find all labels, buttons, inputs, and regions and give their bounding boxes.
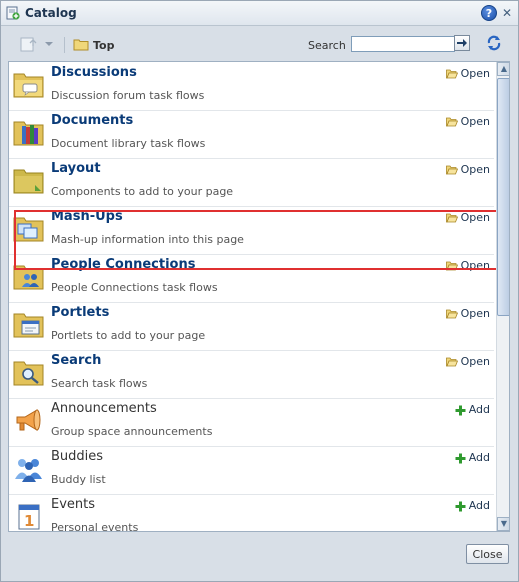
- add-label: Add: [468, 451, 490, 464]
- list-item-documents[interactable]: Documents Document library task flows Op…: [9, 110, 494, 159]
- breadcrumb[interactable]: Top: [93, 39, 114, 52]
- folder-mashup-icon: [13, 217, 44, 242]
- open-label: Open: [460, 115, 490, 128]
- add-button[interactable]: Add: [455, 403, 490, 416]
- open-button[interactable]: Open: [445, 115, 490, 128]
- item-description: Discussion forum task flows: [51, 89, 205, 102]
- open-label: Open: [460, 355, 490, 368]
- catalog-dialog: Catalog ? ✕ Top Search Discussions Discu…: [0, 0, 519, 582]
- item-title[interactable]: Events: [51, 497, 95, 512]
- scroll-thumb[interactable]: [497, 78, 509, 316]
- up-folder-icon[interactable]: [19, 35, 41, 53]
- folder-portlet-icon: [13, 313, 44, 338]
- open-label: Open: [460, 163, 490, 176]
- list-item-announcements[interactable]: Announcements Group space announcements …: [9, 398, 494, 447]
- svg-text:1: 1: [24, 512, 34, 530]
- open-button[interactable]: Open: [445, 307, 490, 320]
- list-item-mashups[interactable]: Mash-Ups Mash-up information into this p…: [9, 206, 494, 255]
- help-icon[interactable]: ?: [481, 5, 497, 21]
- search-go-button[interactable]: [454, 35, 470, 51]
- arrow-right-icon: [457, 39, 467, 47]
- open-label: Open: [460, 67, 490, 80]
- open-button[interactable]: Open: [445, 355, 490, 368]
- close-icon[interactable]: ✕: [500, 6, 514, 20]
- folder-books-icon: [13, 121, 44, 146]
- close-button[interactable]: Close: [466, 544, 509, 564]
- scroll-up-icon[interactable]: ▲: [497, 62, 509, 76]
- dialog-title: Catalog: [25, 6, 77, 20]
- scroll-down-icon[interactable]: ▼: [497, 517, 509, 531]
- item-title[interactable]: Documents: [51, 113, 133, 128]
- open-button[interactable]: Open: [445, 67, 490, 80]
- catalog-list-panel: Discussions Discussion forum task flows …: [8, 61, 510, 532]
- buddies-icon: [15, 459, 42, 482]
- plus-icon: [455, 501, 466, 511]
- folder-icon: [73, 39, 89, 51]
- folder-layout-icon: [13, 169, 44, 194]
- item-title[interactable]: Mash-Ups: [51, 209, 123, 224]
- open-folder-icon: [445, 357, 458, 367]
- item-title[interactable]: Layout: [51, 161, 101, 176]
- list-item-events[interactable]: 1 Events Personal events Add: [9, 494, 494, 532]
- open-folder-icon: [445, 213, 458, 223]
- toolbar: Top Search: [1, 31, 518, 59]
- open-folder-icon: [445, 165, 458, 175]
- search-input[interactable]: [351, 36, 455, 52]
- open-folder-icon: [445, 309, 458, 319]
- list-item-discussions[interactable]: Discussions Discussion forum task flows …: [9, 62, 494, 111]
- title-bar[interactable]: Catalog ? ✕: [1, 1, 518, 26]
- open-folder-icon: [445, 69, 458, 79]
- open-button[interactable]: Open: [445, 259, 490, 272]
- item-description: People Connections task flows: [51, 281, 218, 294]
- add-label: Add: [468, 403, 490, 416]
- list-item-layout[interactable]: Layout Components to add to your page Op…: [9, 158, 494, 207]
- open-label: Open: [460, 259, 490, 272]
- open-folder-icon: [445, 261, 458, 271]
- search-label: Search: [308, 39, 346, 52]
- toolbar-separator: [64, 37, 65, 53]
- vertical-scrollbar[interactable]: ▲ ▼: [496, 62, 509, 531]
- item-description: Portlets to add to your page: [51, 329, 206, 342]
- open-button[interactable]: Open: [445, 211, 490, 224]
- item-description: Group space announcements: [51, 425, 213, 438]
- add-label: Add: [468, 499, 490, 512]
- item-description: Document library task flows: [51, 137, 206, 150]
- item-title[interactable]: Search: [51, 353, 101, 368]
- plus-icon: [455, 453, 466, 463]
- add-button[interactable]: Add: [455, 499, 490, 512]
- open-button[interactable]: Open: [445, 163, 490, 176]
- item-title[interactable]: Discussions: [51, 65, 137, 80]
- folder-discussion-icon: [13, 73, 44, 98]
- list-item-buddies[interactable]: Buddies Buddy list Add: [9, 446, 494, 495]
- item-description: Components to add to your page: [51, 185, 234, 198]
- folder-people-icon: [13, 265, 44, 290]
- dialog-footer: Close: [1, 533, 518, 581]
- chevron-down-icon[interactable]: [43, 35, 55, 53]
- list-item-portlets[interactable]: Portlets Portlets to add to your page Op…: [9, 302, 494, 351]
- list-item-search[interactable]: Search Search task flows Open: [9, 350, 494, 399]
- refresh-icon[interactable]: [485, 34, 503, 52]
- catalog-add-icon: [6, 6, 20, 20]
- open-label: Open: [460, 307, 490, 320]
- item-title[interactable]: Announcements: [51, 401, 157, 416]
- item-description: Mash-up information into this page: [51, 233, 244, 246]
- open-label: Open: [460, 211, 490, 224]
- item-title[interactable]: Portlets: [51, 305, 109, 320]
- list-item-people-connections[interactable]: People Connections People Connections ta…: [9, 254, 494, 303]
- item-description: Buddy list: [51, 473, 106, 486]
- calendar-icon: 1: [18, 504, 40, 530]
- item-description: Search task flows: [51, 377, 148, 390]
- open-folder-icon: [445, 117, 458, 127]
- add-button[interactable]: Add: [455, 451, 490, 464]
- folder-search-icon: [13, 361, 44, 386]
- item-title[interactable]: People Connections: [51, 257, 195, 272]
- megaphone-icon: [16, 409, 41, 431]
- item-description: Personal events: [51, 521, 139, 532]
- item-title[interactable]: Buddies: [51, 449, 103, 464]
- plus-icon: [455, 405, 466, 415]
